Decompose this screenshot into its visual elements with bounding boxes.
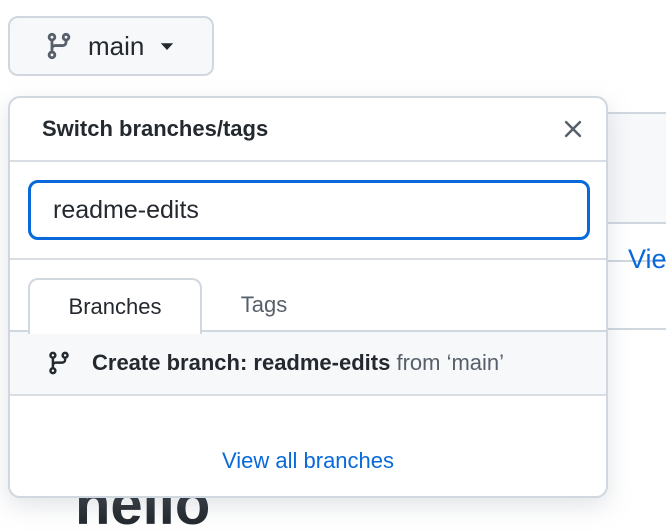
branch-tag-tabs: Branches Tags bbox=[10, 260, 606, 334]
page: Vie hello main Switch branches/tags read… bbox=[0, 0, 666, 532]
background-view-link[interactable]: Vie bbox=[628, 244, 666, 275]
create-branch-item[interactable]: Create branch: readme-edits from ‘main’ bbox=[10, 332, 606, 396]
create-branch-prefix: Create branch: bbox=[92, 350, 254, 375]
triangle-down-icon bbox=[158, 37, 176, 55]
close-icon[interactable] bbox=[560, 116, 586, 142]
dropdown-header: Switch branches/tags bbox=[10, 98, 606, 162]
tab-tags[interactable]: Tags bbox=[206, 278, 322, 332]
view-all-branches-link[interactable]: View all branches bbox=[10, 448, 606, 474]
git-branch-icon bbox=[44, 31, 74, 61]
branch-search-input[interactable] bbox=[28, 180, 590, 240]
create-branch-source: from ‘main’ bbox=[390, 350, 505, 375]
branch-selector-button[interactable]: main bbox=[8, 16, 214, 76]
search-section bbox=[10, 162, 606, 260]
git-branch-icon bbox=[46, 350, 72, 376]
dropdown-title: Switch branches/tags bbox=[42, 116, 269, 141]
branch-selector-label: main bbox=[88, 30, 145, 61]
branch-switcher-dropdown: Switch branches/tags Branches Tags Creat… bbox=[8, 96, 608, 498]
create-branch-name: readme-edits bbox=[253, 350, 391, 375]
tab-branches[interactable]: Branches bbox=[28, 278, 202, 334]
